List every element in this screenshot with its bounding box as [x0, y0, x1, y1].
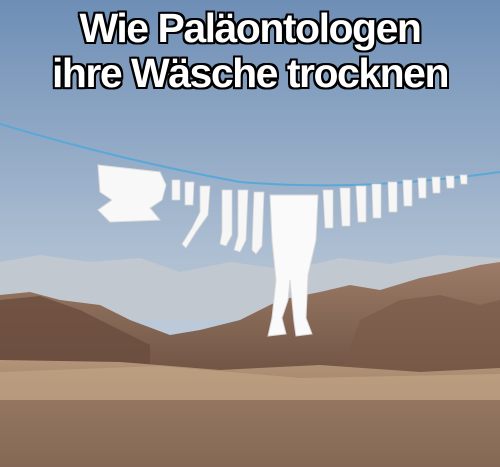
meme-image: Wie Paläontologen ihre Wäsche trocknen [0, 0, 500, 467]
pebble-ground [0, 400, 500, 467]
caption-line-2: ihre Wäsche trocknen [51, 50, 450, 96]
caption-line-1: Wie Paläontologen [79, 5, 422, 51]
meme-caption: Wie Paläontologen ihre Wäsche trocknen [0, 6, 500, 96]
